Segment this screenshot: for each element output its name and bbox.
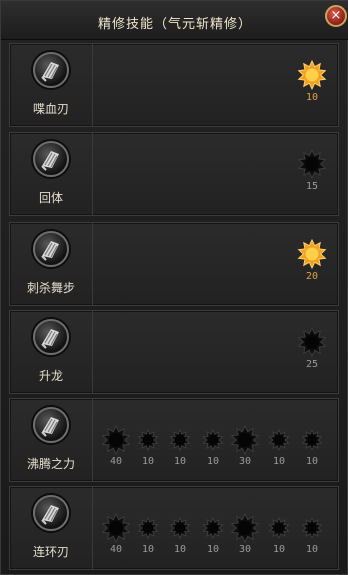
skill-feather-icon[interactable] bbox=[33, 407, 69, 443]
skill-slot[interactable]: 沸腾之力 bbox=[10, 399, 93, 481]
skill-row: 连环刃 40 10 10 10 30 10 10 bbox=[9, 486, 339, 570]
skill-slot[interactable]: 回体 bbox=[10, 133, 93, 215]
close-button[interactable]: × bbox=[325, 5, 347, 27]
refine-node-value: 10 bbox=[173, 544, 187, 555]
skill-feather-icon[interactable] bbox=[33, 495, 69, 531]
refine-node[interactable]: 30 bbox=[229, 513, 261, 555]
refine-node[interactable]: 40 bbox=[100, 425, 132, 467]
refine-node-value: 10 bbox=[173, 456, 187, 467]
refine-node-value: 25 bbox=[305, 359, 319, 370]
refine-node[interactable]: 10 bbox=[296, 517, 328, 555]
refine-node-value: 10 bbox=[305, 456, 319, 467]
refine-node[interactable]: 10 bbox=[296, 429, 328, 467]
skill-name: 沸腾之力 bbox=[26, 457, 75, 471]
skill-slot[interactable]: 刺杀舞步 bbox=[10, 223, 93, 305]
refine-node-value: 20 bbox=[305, 271, 319, 282]
skill-name: 升龙 bbox=[38, 369, 63, 383]
skill-row: 刺杀舞步 20 bbox=[9, 222, 339, 306]
refine-node-value: 10 bbox=[272, 456, 286, 467]
refine-node-value: 10 bbox=[272, 544, 286, 555]
skill-row: 升龙 25 bbox=[9, 310, 339, 394]
refine-node-value: 10 bbox=[141, 544, 155, 555]
refine-node[interactable]: 10 bbox=[197, 429, 229, 467]
refine-node[interactable]: 30 bbox=[229, 425, 261, 467]
refine-node[interactable]: 10 bbox=[263, 517, 295, 555]
refine-node-value: 10 bbox=[206, 544, 220, 555]
skill-refine-window: 精修技能（气元斩精修） × 喋血刃 10 回体 15 刺杀舞步 20 升龙 25… bbox=[0, 0, 348, 575]
refine-node[interactable]: 40 bbox=[100, 513, 132, 555]
refine-node-value: 10 bbox=[305, 544, 319, 555]
skill-feather-icon[interactable] bbox=[33, 52, 69, 88]
refine-node-value: 10 bbox=[206, 456, 220, 467]
refine-node[interactable]: 15 bbox=[296, 149, 328, 192]
refine-node[interactable]: 10 bbox=[197, 517, 229, 555]
refine-node[interactable]: 20 bbox=[296, 239, 328, 282]
refine-node[interactable]: 10 bbox=[296, 60, 328, 103]
refine-node-value: 10 bbox=[141, 456, 155, 467]
skill-name: 刺杀舞步 bbox=[26, 281, 75, 295]
window-title: 精修技能（气元斩精修） bbox=[97, 17, 252, 32]
refine-node[interactable]: 10 bbox=[132, 429, 164, 467]
refine-node-value: 15 bbox=[305, 181, 319, 192]
skill-name: 连环刃 bbox=[32, 545, 69, 559]
skill-feather-icon[interactable] bbox=[33, 319, 69, 355]
refine-node[interactable]: 10 bbox=[164, 429, 196, 467]
skill-feather-icon[interactable] bbox=[33, 141, 69, 177]
refine-node-value: 40 bbox=[109, 456, 123, 467]
refine-node[interactable]: 10 bbox=[263, 429, 295, 467]
skill-row: 喋血刃 10 bbox=[9, 43, 339, 127]
refine-node[interactable]: 10 bbox=[164, 517, 196, 555]
skill-slot[interactable]: 喋血刃 bbox=[10, 44, 93, 126]
title-bar[interactable]: 精修技能（气元斩精修） × bbox=[1, 1, 348, 40]
refine-node-value: 30 bbox=[238, 456, 252, 467]
skill-row: 沸腾之力 40 10 10 10 30 10 10 bbox=[9, 398, 339, 482]
skill-slot[interactable]: 连环刃 bbox=[10, 487, 93, 569]
skill-name: 回体 bbox=[38, 191, 63, 205]
refine-node[interactable]: 25 bbox=[296, 327, 328, 370]
skill-slot[interactable]: 升龙 bbox=[10, 311, 93, 393]
refine-node-value: 10 bbox=[305, 92, 319, 103]
skill-row: 回体 15 bbox=[9, 132, 339, 216]
refine-node-value: 30 bbox=[238, 544, 252, 555]
refine-node[interactable]: 10 bbox=[132, 517, 164, 555]
refine-node-value: 40 bbox=[109, 544, 123, 555]
skill-feather-icon[interactable] bbox=[33, 231, 69, 267]
skill-name: 喋血刃 bbox=[32, 102, 69, 116]
